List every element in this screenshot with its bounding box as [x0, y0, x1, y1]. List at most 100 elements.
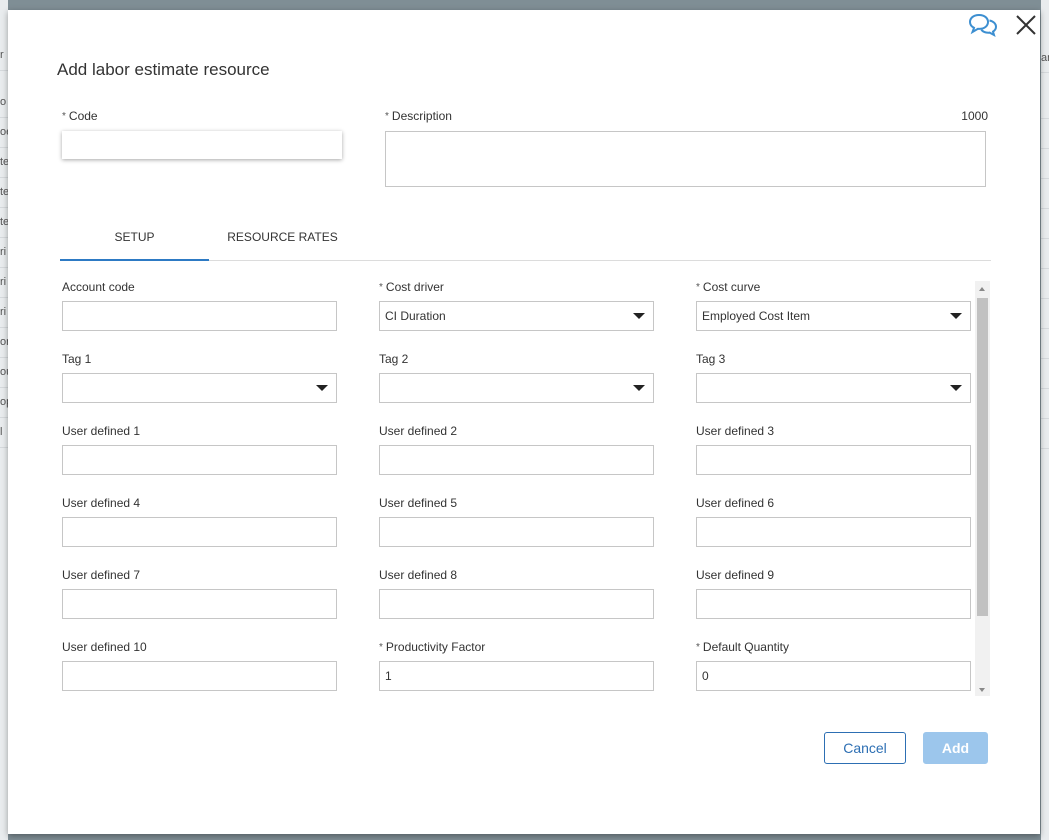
background-row — [1041, 420, 1049, 449]
chevron-down-icon — [950, 385, 962, 391]
user-defined-7-input[interactable] — [62, 589, 337, 619]
background-text: or — [0, 327, 8, 358]
background-text: op — [0, 387, 8, 418]
chevron-down-icon — [316, 385, 328, 391]
required-marker: * — [696, 642, 700, 653]
background-row — [1041, 390, 1049, 419]
user-defined-1-input[interactable] — [62, 445, 337, 475]
tag2-select[interactable] — [379, 373, 654, 403]
close-icon[interactable] — [1014, 13, 1038, 37]
description-textarea[interactable] — [385, 131, 986, 187]
background-row — [1041, 360, 1049, 389]
tag1-select[interactable] — [62, 373, 337, 403]
background-row — [1041, 240, 1049, 269]
background-row — [1041, 120, 1049, 149]
background-text: oe — [0, 117, 8, 148]
default-quantity-label: * Default Quantity — [696, 640, 789, 654]
user-defined-7-label: User defined 7 — [62, 568, 141, 582]
scrollbar-thumb[interactable] — [977, 298, 988, 616]
background-text: te — [0, 147, 8, 178]
background-row — [1041, 180, 1049, 209]
default-quantity-input[interactable]: 0 — [696, 661, 971, 691]
cost-driver-label-text: Cost driver — [385, 280, 444, 294]
user-defined-8-label: User defined 8 — [379, 568, 458, 582]
required-marker: * — [379, 282, 383, 293]
required-marker: * — [385, 111, 389, 122]
background-text: ar — [1041, 44, 1049, 73]
background-text: ri — [0, 297, 8, 328]
chat-bubbles-icon[interactable] — [968, 12, 998, 38]
background-text: ou — [0, 357, 8, 388]
background-text: r — [0, 40, 8, 71]
user-defined-2-label: User defined 2 — [379, 424, 458, 438]
productivity-factor-label-text: Productivity Factor — [385, 640, 486, 654]
form-scrollbar[interactable] — [975, 281, 990, 696]
cost-driver-label: * Cost driver — [379, 280, 444, 294]
tag3-select[interactable] — [696, 373, 971, 403]
background-row — [1041, 150, 1049, 179]
background-text: l — [0, 417, 8, 448]
user-defined-6-label: User defined 6 — [696, 496, 775, 510]
cost-curve-label: * Cost curve — [696, 280, 760, 294]
dialog-title: Add labor estimate resource — [57, 60, 270, 79]
background-row — [1041, 300, 1049, 329]
user-defined-9-input[interactable] — [696, 589, 971, 619]
scroll-up-arrow-icon[interactable] — [979, 287, 985, 291]
productivity-factor-input[interactable]: 1 — [379, 661, 654, 691]
user-defined-10-input[interactable] — [62, 661, 337, 691]
cost-curve-value: Employed Cost Item — [702, 309, 811, 323]
productivity-factor-value: 1 — [385, 669, 392, 683]
tab-setup[interactable]: SETUP — [60, 222, 209, 261]
cancel-button[interactable]: Cancel — [824, 732, 906, 764]
required-marker: * — [379, 642, 383, 653]
user-defined-3-label: User defined 3 — [696, 424, 775, 438]
user-defined-4-input[interactable] — [62, 517, 337, 547]
tag3-label: Tag 3 — [696, 352, 726, 366]
cost-curve-label-text: Cost curve — [702, 280, 761, 294]
background-row — [1041, 210, 1049, 239]
user-defined-5-label: User defined 5 — [379, 496, 458, 510]
tag1-label: Tag 1 — [62, 352, 92, 366]
background-text: ri — [0, 267, 8, 298]
code-input[interactable] — [62, 131, 342, 159]
code-label: * Code — [62, 109, 98, 123]
chevron-down-icon — [633, 313, 645, 319]
cost-driver-select[interactable]: CI Duration — [379, 301, 654, 331]
add-resource-dialog: Add labor estimate resource * Code * Descr… — [8, 10, 1040, 834]
background-page-right: ar — [1041, 0, 1049, 840]
account-code-input[interactable] — [62, 301, 337, 331]
user-defined-2-input[interactable] — [379, 445, 654, 475]
background-row — [1041, 270, 1049, 299]
user-defined-5-input[interactable] — [379, 517, 654, 547]
background-text: te — [0, 207, 8, 238]
scroll-down-arrow-icon[interactable] — [979, 688, 985, 692]
user-defined-8-input[interactable] — [379, 589, 654, 619]
tab-bar: SETUP RESOURCE RATES — [60, 222, 991, 261]
background-text: te — [0, 177, 8, 208]
background-text: ri — [0, 237, 8, 268]
add-button[interactable]: Add — [923, 732, 988, 764]
default-quantity-label-text: Default Quantity — [702, 640, 789, 654]
background-page-left: r o oe te te te ri ri ri or ou op l — [0, 0, 8, 840]
user-defined-10-label: User defined 10 — [62, 640, 147, 654]
user-defined-4-label: User defined 4 — [62, 496, 141, 510]
user-defined-6-input[interactable] — [696, 517, 971, 547]
chevron-down-icon — [633, 385, 645, 391]
code-label-text: Code — [68, 109, 98, 123]
tab-resource-rates[interactable]: RESOURCE RATES — [209, 222, 356, 259]
description-char-limit: 1000 — [961, 109, 988, 123]
cost-curve-select[interactable]: Employed Cost Item — [696, 301, 971, 331]
productivity-factor-label: * Productivity Factor — [379, 640, 485, 654]
user-defined-3-input[interactable] — [696, 445, 971, 475]
required-marker: * — [62, 111, 66, 122]
chevron-down-icon — [950, 313, 962, 319]
description-label: * Description — [385, 109, 452, 123]
background-row — [1041, 90, 1049, 119]
user-defined-9-label: User defined 9 — [696, 568, 775, 582]
cost-driver-value: CI Duration — [385, 309, 446, 323]
account-code-label: Account code — [62, 280, 135, 294]
background-text: o — [0, 87, 8, 118]
required-marker: * — [696, 282, 700, 293]
background-row — [1041, 330, 1049, 359]
description-label-text: Description — [391, 109, 452, 123]
